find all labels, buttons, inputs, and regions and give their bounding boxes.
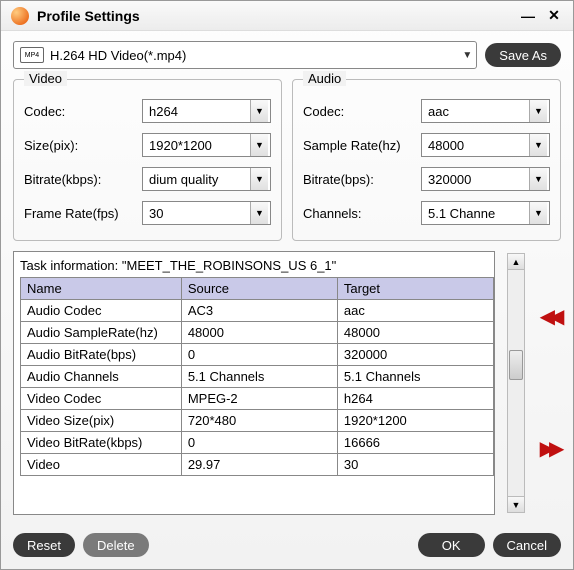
task-area: Task information: "MEET_THE_ROBINSONS_US… bbox=[13, 251, 561, 515]
next-task-button[interactable]: ▶▶ bbox=[540, 439, 559, 459]
table-row[interactable]: Video BitRate(kbps)016666 bbox=[21, 432, 494, 454]
chevron-down-icon: ▼ bbox=[529, 168, 547, 190]
audio-bitrate-label: Bitrate(bps): bbox=[303, 172, 421, 187]
video-bitrate-label: Bitrate(kbps): bbox=[24, 172, 142, 187]
audio-channels-label: Channels: bbox=[303, 206, 421, 221]
chevron-down-icon: ▼ bbox=[250, 134, 268, 156]
audio-legend: Audio bbox=[303, 71, 346, 86]
vertical-scrollbar[interactable]: ▲ ▼ bbox=[507, 253, 525, 513]
video-codec-value: h264 bbox=[149, 104, 178, 119]
chevron-down-icon: ▼ bbox=[529, 134, 547, 156]
video-size-select[interactable]: 1920*1200 ▼ bbox=[142, 133, 271, 157]
table-row[interactable]: Video Size(pix)720*4801920*1200 bbox=[21, 410, 494, 432]
chevron-down-icon: ▼ bbox=[462, 50, 472, 61]
video-size-label: Size(pix): bbox=[24, 138, 142, 153]
minimize-button[interactable]: — bbox=[519, 7, 537, 25]
scroll-up-icon[interactable]: ▲ bbox=[508, 254, 524, 270]
prev-task-button[interactable]: ◀◀ bbox=[540, 307, 559, 327]
video-legend: Video bbox=[24, 71, 67, 86]
table-row[interactable]: Audio Channels5.1 Channels5.1 Channels bbox=[21, 366, 494, 388]
delete-button[interactable]: Delete bbox=[83, 533, 149, 557]
video-bitrate-value: dium quality bbox=[149, 172, 218, 187]
audio-channels-select[interactable]: 5.1 Channe ▼ bbox=[421, 201, 550, 225]
table-row[interactable]: Video CodecMPEG-2h264 bbox=[21, 388, 494, 410]
audio-codec-value: aac bbox=[428, 104, 449, 119]
top-row: MP4 H.264 HD Video(*.mp4) ▼ Save As bbox=[1, 31, 573, 75]
scroll-thumb[interactable] bbox=[509, 350, 523, 380]
chevron-down-icon: ▼ bbox=[250, 202, 268, 224]
audio-codec-select[interactable]: aac ▼ bbox=[421, 99, 550, 123]
format-icon: MP4 bbox=[20, 47, 44, 63]
audio-codec-label: Codec: bbox=[303, 104, 421, 119]
window-title: Profile Settings bbox=[37, 8, 511, 24]
audio-sample-value: 48000 bbox=[428, 138, 464, 153]
reset-button[interactable]: Reset bbox=[13, 533, 75, 557]
table-row[interactable]: Audio SampleRate(hz)4800048000 bbox=[21, 322, 494, 344]
task-info-label: Task information: "MEET_THE_ROBINSONS_US… bbox=[20, 258, 494, 273]
video-bitrate-select[interactable]: dium quality ▼ bbox=[142, 167, 271, 191]
chevron-down-icon: ▼ bbox=[250, 100, 268, 122]
video-group: Video Codec: h264 ▼ Size(pix): 1920*1200… bbox=[13, 79, 282, 241]
video-fps-select[interactable]: 30 ▼ bbox=[142, 201, 271, 225]
scroll-track[interactable] bbox=[508, 270, 524, 496]
video-codec-label: Codec: bbox=[24, 104, 142, 119]
profile-settings-window: Profile Settings — ✕ MP4 H.264 HD Video(… bbox=[0, 0, 574, 570]
titlebar: Profile Settings — ✕ bbox=[1, 1, 573, 31]
settings-row: Video Codec: h264 ▼ Size(pix): 1920*1200… bbox=[1, 75, 573, 251]
task-panel: Task information: "MEET_THE_ROBINSONS_US… bbox=[13, 251, 495, 515]
table-row[interactable]: Audio CodecAC3aac bbox=[21, 300, 494, 322]
app-icon bbox=[11, 7, 29, 25]
audio-group: Audio Codec: aac ▼ Sample Rate(hz) 48000… bbox=[292, 79, 561, 241]
profile-select-label: H.264 HD Video(*.mp4) bbox=[50, 48, 186, 63]
chevron-down-icon: ▼ bbox=[529, 202, 547, 224]
table-row[interactable]: Audio BitRate(bps)0320000 bbox=[21, 344, 494, 366]
save-as-button[interactable]: Save As bbox=[485, 43, 561, 67]
task-table: Name Source Target Audio CodecAC3aac Aud… bbox=[20, 277, 494, 476]
ok-button[interactable]: OK bbox=[418, 533, 485, 557]
close-button[interactable]: ✕ bbox=[545, 7, 563, 25]
table-row[interactable]: Video29.9730 bbox=[21, 454, 494, 476]
col-name[interactable]: Name bbox=[21, 278, 182, 300]
col-source[interactable]: Source bbox=[181, 278, 337, 300]
video-fps-value: 30 bbox=[149, 206, 163, 221]
video-codec-select[interactable]: h264 ▼ bbox=[142, 99, 271, 123]
chevron-down-icon: ▼ bbox=[529, 100, 547, 122]
chevron-down-icon: ▼ bbox=[250, 168, 268, 190]
audio-channels-value: 5.1 Channe bbox=[428, 206, 495, 221]
side-controls: ▲ ▼ bbox=[501, 251, 531, 515]
video-fps-label: Frame Rate(fps) bbox=[24, 206, 142, 221]
audio-sample-select[interactable]: 48000 ▼ bbox=[421, 133, 550, 157]
profile-select[interactable]: MP4 H.264 HD Video(*.mp4) ▼ bbox=[13, 41, 477, 69]
audio-bitrate-select[interactable]: 320000 ▼ bbox=[421, 167, 550, 191]
audio-sample-label: Sample Rate(hz) bbox=[303, 138, 421, 153]
audio-bitrate-value: 320000 bbox=[428, 172, 471, 187]
video-size-value: 1920*1200 bbox=[149, 138, 212, 153]
cancel-button[interactable]: Cancel bbox=[493, 533, 561, 557]
bottom-bar: Reset Delete OK Cancel bbox=[1, 525, 573, 569]
scroll-down-icon[interactable]: ▼ bbox=[508, 496, 524, 512]
col-target[interactable]: Target bbox=[337, 278, 493, 300]
